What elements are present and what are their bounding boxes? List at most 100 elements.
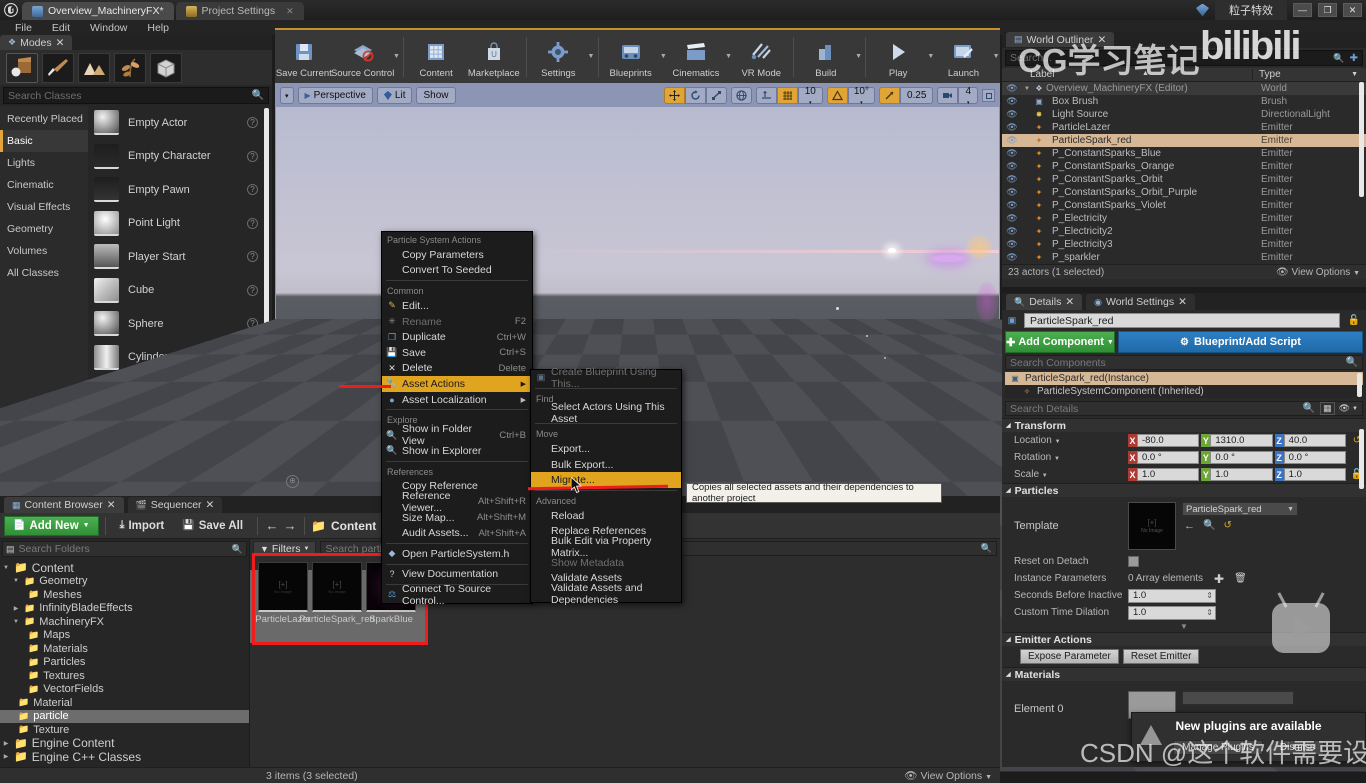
submenu-export[interactable]: Export... <box>531 441 681 457</box>
help-icon[interactable]: ? <box>247 251 258 263</box>
location-z-value[interactable]: 40.0 <box>1283 434 1346 447</box>
category-recently-placed[interactable]: Recently Placed <box>0 108 88 130</box>
submenu-create-blueprint[interactable]: ▣ Create Blueprint Using This... <box>531 366 681 390</box>
toolbar-play[interactable]: Play <box>869 30 927 83</box>
category-lights[interactable]: Lights <box>0 152 88 174</box>
menu-delete[interactable]: ✕ Delete Delete <box>382 361 532 377</box>
translate-gizmo-icon[interactable] <box>663 87 685 104</box>
actor-item[interactable]: Empty Actor? <box>88 106 272 140</box>
menu-connect-to-source-control[interactable]: ⚖ Connect To Source Control... <box>382 583 532 607</box>
folder-row-materials[interactable]: 📁 Materials <box>0 642 249 656</box>
close-icon[interactable]: ✕ <box>286 6 294 17</box>
toolbar-cinematics[interactable]: Cinematics <box>667 30 725 83</box>
chevron-down-icon[interactable]: ▼ <box>725 30 733 83</box>
outliner-row[interactable]: 👁 ✦ P_Electricity3 Emitter <box>1002 238 1366 251</box>
eye-icon[interactable]: 👁 <box>1002 226 1022 237</box>
outliner-row[interactable]: 👁 ✦ P_ConstantSparks_Orange Emitter <box>1002 160 1366 173</box>
viewport-perspective-button[interactable]: ▶ Perspective <box>297 87 373 104</box>
place-mode-icon[interactable] <box>6 52 38 83</box>
menu-save[interactable]: 💾 Save Ctrl+S <box>382 345 532 361</box>
toolbar-build[interactable]: Build <box>797 30 855 83</box>
help-icon[interactable]: ? <box>247 217 258 229</box>
eye-icon[interactable]: 👁 <box>1002 239 1022 250</box>
search-classes-input[interactable]: Search Classes 🔍 <box>3 87 269 104</box>
actor-item[interactable]: Point Light? <box>88 207 272 241</box>
location-y-value[interactable]: 1310.0 <box>1210 434 1273 447</box>
rotation-snap-value[interactable]: 10° ▾ <box>847 87 875 106</box>
menu-asset-localization[interactable]: ● Asset Localization ▶ <box>382 392 532 408</box>
delete-array-icon[interactable]: 🗑 <box>1234 573 1247 584</box>
outliner-row[interactable]: 👁 ✸ Light Source DirectionalLight <box>1002 108 1366 121</box>
import-button[interactable]: ⤓ Import <box>112 516 173 536</box>
scale-x[interactable]: X 1.0 <box>1128 468 1200 481</box>
chevron-down-icon[interactable]: ▼ <box>587 30 595 83</box>
actor-item[interactable]: Empty Pawn? <box>88 173 272 207</box>
add-filter-icon[interactable]: ✚ <box>1350 53 1358 64</box>
window-tab-project-settings[interactable]: Project Settings ✕ <box>175 2 304 20</box>
submenu-show-metadata[interactable]: Show Metadata <box>531 555 681 571</box>
expand-arrow-icon[interactable]: ▼ <box>1022 86 1032 92</box>
chevron-down-icon[interactable]: ▼ <box>855 30 863 83</box>
reset-on-detach-checkbox[interactable] <box>1128 556 1139 567</box>
close-icon[interactable]: ✕ <box>107 499 116 511</box>
viewport-options-button[interactable]: ▾ <box>280 87 294 104</box>
section-particles[interactable]: ◢ Particles <box>1002 483 1366 497</box>
outliner-row[interactable]: 👁 ▣ Box Brush Brush <box>1002 95 1366 108</box>
menu-show-in-explorer[interactable]: 🔍 Show in Explorer <box>382 443 532 459</box>
eye-icon[interactable]: 👁 <box>1002 161 1022 172</box>
scale-y[interactable]: Y 1.0 <box>1201 468 1273 481</box>
submenu-bulk-edit-property-matrix[interactable]: Bulk Edit via Property Matrix... <box>531 535 681 559</box>
toolbar-launch[interactable]: Launch <box>935 30 993 83</box>
folder-row-infinityblade[interactable]: ▶ 📁 InfinityBladeEffects <box>0 602 249 616</box>
save-all-button[interactable]: 💾 Save All <box>174 516 251 536</box>
component-row-selected[interactable]: ▣ ParticleSpark_red(Instance) <box>1005 372 1363 385</box>
scale-y-value[interactable]: 1.0 <box>1210 468 1273 481</box>
reset-emitter-button[interactable]: Reset Emitter <box>1122 649 1200 664</box>
menu-item-edit[interactable]: Edit <box>43 21 79 35</box>
close-icon[interactable]: ✕ <box>1178 296 1187 308</box>
folder-row-machineryfx[interactable]: ▼ 📁 MachineryFX <box>0 615 249 629</box>
menu-duplicate[interactable]: ❐ Duplicate Ctrl+W <box>382 329 532 345</box>
foliage-mode-icon[interactable] <box>114 52 146 83</box>
maximize-button[interactable]: ❐ <box>1318 3 1337 17</box>
eye-icon[interactable]: 👁 <box>1002 200 1022 211</box>
location-x-value[interactable]: -80.0 <box>1137 434 1200 447</box>
material-combo[interactable] <box>1182 691 1294 705</box>
toolbar-content[interactable]: Content <box>407 30 465 83</box>
category-volumes[interactable]: Volumes <box>0 240 88 262</box>
folder-row-particles[interactable]: 📁 Particles <box>0 656 249 670</box>
actor-item[interactable]: Player Start? <box>88 240 272 274</box>
lock-icon[interactable]: 🔓 <box>1345 315 1363 326</box>
toolbar-vr-mode[interactable]: VR Mode <box>732 30 790 83</box>
submenu-select-actors-using-asset[interactable]: Select Actors Using This Asset <box>531 401 681 425</box>
eye-icon[interactable]: 👁 <box>1002 187 1022 198</box>
outliner-row[interactable]: 👁 ✦ P_ConstantSparks_Violet Emitter <box>1002 199 1366 212</box>
property-label[interactable]: Location ▼ <box>1002 435 1128 446</box>
submenu-validate-assets-dependencies[interactable]: Validate Assets and Dependencies <box>531 582 681 606</box>
outliner-search-input[interactable]: Search... 🔍 ✚ <box>1005 50 1363 66</box>
custom-time-dilation-input[interactable]: 1.0 ⇕ <box>1128 605 1216 620</box>
location-y[interactable]: Y 1310.0 <box>1201 434 1273 447</box>
component-tree-scrollbar[interactable] <box>1357 373 1362 397</box>
eye-icon[interactable]: 👁 <box>1002 122 1022 133</box>
expand-arrow-icon[interactable]: ▼ <box>12 619 20 625</box>
template-combo[interactable]: ParticleSpark_red ▼ <box>1182 502 1298 516</box>
chevron-down-icon[interactable]: ▼ <box>393 30 401 83</box>
breadcrumb-content[interactable]: Content <box>331 519 376 533</box>
folder-row-material[interactable]: 📁 Material <box>0 696 249 710</box>
eye-icon[interactable]: 👁 <box>1002 135 1022 146</box>
camera-speed-icon[interactable] <box>937 87 959 104</box>
close-icon[interactable]: ✕ <box>1065 296 1074 308</box>
menu-copy-parameters[interactable]: Copy Parameters <box>382 247 532 263</box>
panel-tab-content-browser[interactable]: ▦ Content Browser ✕ <box>4 497 124 513</box>
viewport-lit-button[interactable]: Lit <box>376 87 413 104</box>
browse-to-asset-icon[interactable]: ← <box>1184 520 1195 532</box>
chevron-down-icon[interactable]: ▼ <box>992 30 1000 83</box>
search-details-input[interactable]: Search Details 🔍 ▦ 👁 ▼ <box>1005 401 1363 416</box>
outliner-row-selected[interactable]: 👁 ✦ ParticleSpark_red Emitter <box>1002 134 1366 147</box>
menu-item-window[interactable]: Window <box>81 21 136 35</box>
folder-filter-icon[interactable]: ▤ <box>6 544 15 555</box>
rotation-y-value[interactable]: 0.0 ° <box>1210 451 1273 464</box>
help-icon[interactable]: ? <box>247 184 258 196</box>
actor-item[interactable]: Empty Character? <box>88 140 272 174</box>
